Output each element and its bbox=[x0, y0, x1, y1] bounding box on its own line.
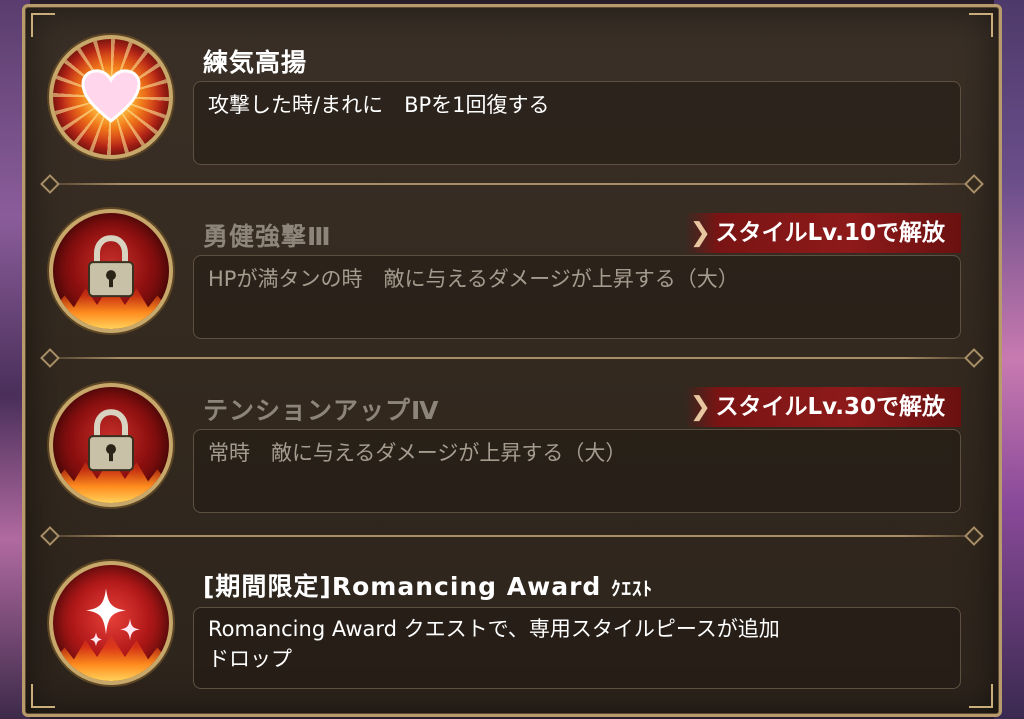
skill-description-line: Romancing Award クエストで、専用スタイルピースが追加 bbox=[208, 617, 780, 641]
skill-list-panel: 練気高揚 攻撃した時/まれに BPを1回復する 勇健強撃Ⅲ ❯ スタイルLv.1… bbox=[22, 4, 1002, 717]
skill-row-2[interactable]: 勇健強撃Ⅲ ❯ スタイルLv.10で解放 HPが満タンの時 敵に与えるダメージが… bbox=[25, 187, 999, 363]
lock-icon bbox=[49, 209, 173, 333]
skill-description: Romancing Award クエストで、専用スタイルピースが追加 ドロップ bbox=[193, 607, 961, 689]
sparkle-icon bbox=[49, 561, 173, 685]
unlock-condition-label: スタイルLv.10で解放 bbox=[715, 220, 945, 246]
unlock-condition-label: スタイルLv.30で解放 bbox=[715, 394, 945, 420]
lock-icon bbox=[49, 383, 173, 507]
heart-burst-icon bbox=[49, 35, 173, 159]
unlock-condition-badge: ❯ スタイルLv.10で解放 bbox=[685, 213, 961, 253]
skill-description: HPが満タンの時 敵に与えるダメージが上昇する（大） bbox=[193, 255, 961, 339]
skill-row-1[interactable]: 練気高揚 攻撃した時/まれに BPを1回復する bbox=[25, 13, 999, 189]
unlock-condition-badge: ❯ スタイルLv.30で解放 bbox=[685, 387, 961, 427]
skill-description: 攻撃した時/まれに BPを1回復する bbox=[193, 81, 961, 165]
chevron-right-icon: ❯ bbox=[689, 218, 712, 248]
chevron-right-icon: ❯ bbox=[689, 392, 712, 422]
skill-description: 常時 敵に与えるダメージが上昇する（大） bbox=[193, 429, 961, 513]
skill-title: 勇健強撃Ⅲ bbox=[203, 222, 332, 251]
skill-title-suffix: ｸｴｽﾄ bbox=[611, 578, 654, 600]
row-divider bbox=[40, 174, 984, 194]
row-divider bbox=[40, 348, 984, 368]
skill-row-4[interactable]: [期間限定]Romancing Award ｸｴｽﾄ Romancing Awa… bbox=[25, 537, 999, 713]
skill-title-main: [期間限定]Romancing Award bbox=[203, 572, 602, 601]
skill-title: 練気高揚 bbox=[203, 48, 308, 77]
skill-title: [期間限定]Romancing Award ｸｴｽﾄ bbox=[203, 567, 653, 603]
skill-description-line: ドロップ bbox=[208, 647, 292, 671]
skill-row-3[interactable]: テンションアップⅣ ❯ スタイルLv.30で解放 常時 敵に与えるダメージが上昇… bbox=[25, 361, 999, 537]
skill-title: テンションアップⅣ bbox=[203, 396, 440, 425]
